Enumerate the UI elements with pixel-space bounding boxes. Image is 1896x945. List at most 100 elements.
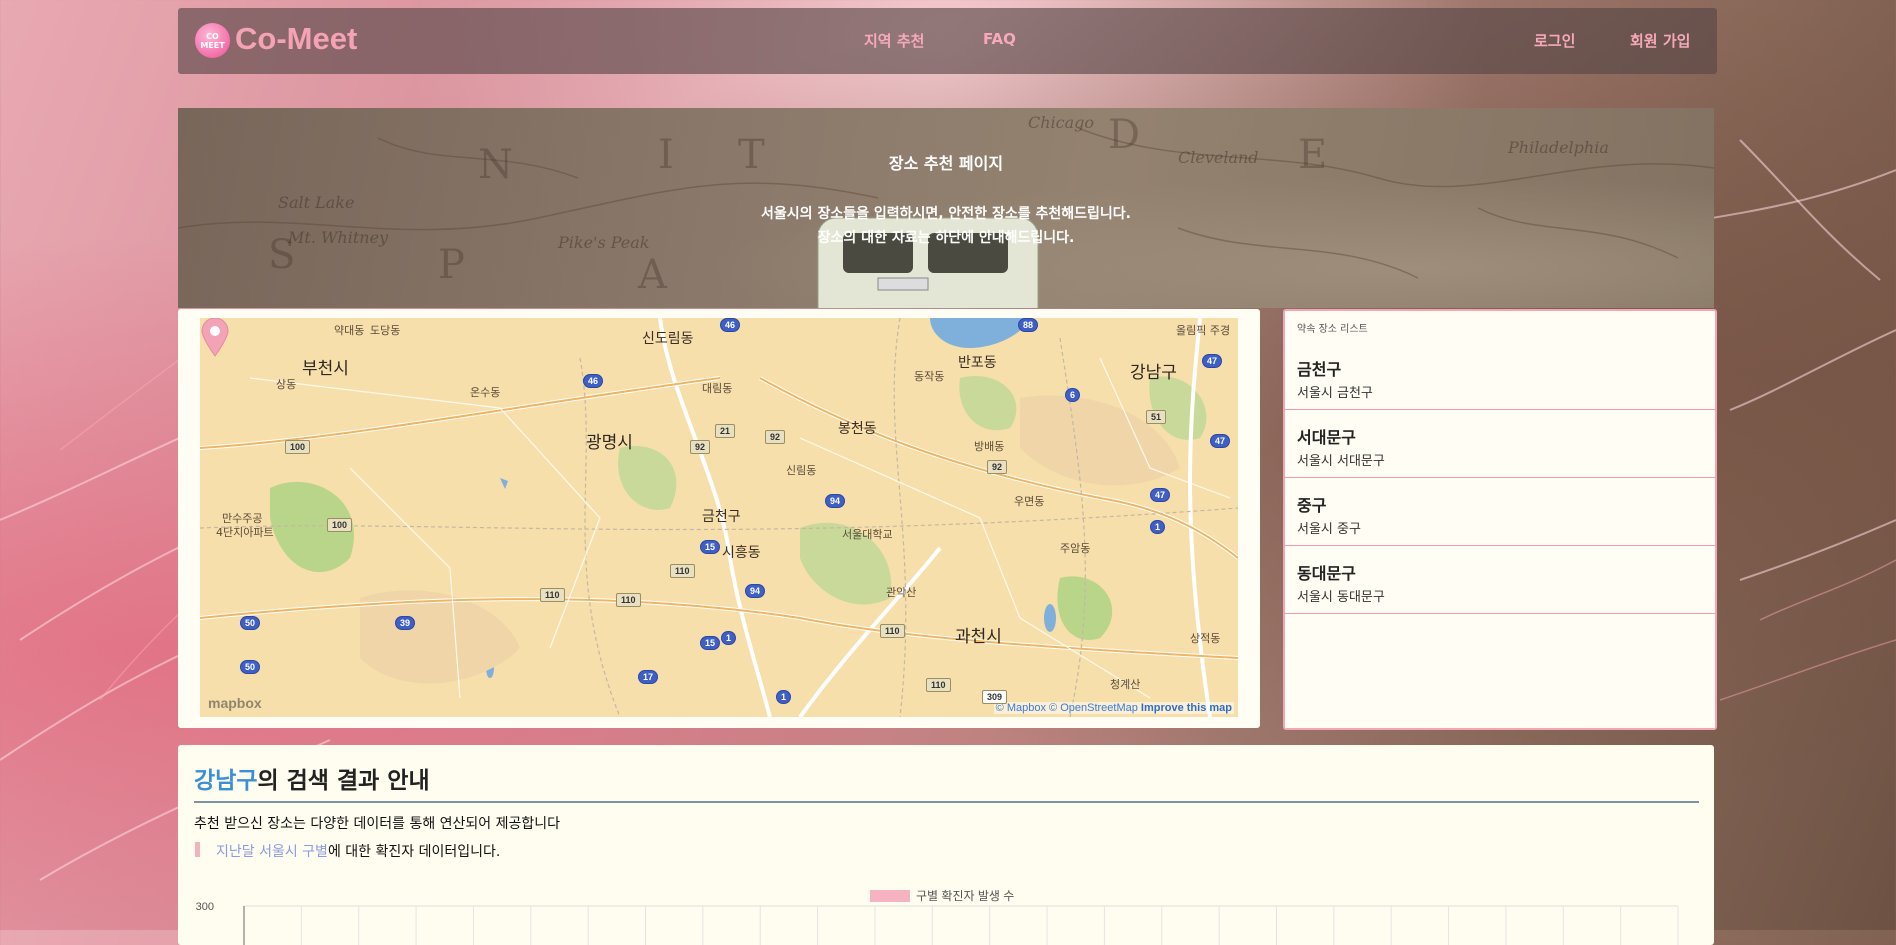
map-label-bucheon: 부천시 [302, 359, 349, 379]
route-shield-icon: 100 [285, 440, 311, 454]
hero-subtitle: 서울시의 장소들을 입력하시면, 안전한 장소를 추천해드립니다. 장소의 대한… [178, 202, 1714, 250]
map-label-dongjak: 동작동 [914, 370, 945, 383]
route-shield-icon: 1 [721, 631, 737, 645]
route-shield-icon: 15 [700, 540, 721, 554]
map-label-sillim: 신림동 [786, 464, 817, 477]
route-shield-icon: 39 [395, 616, 416, 630]
map-label-jugam: 주암동 [1060, 542, 1091, 555]
map-label-olympic: 올림픽 주경 [1176, 324, 1231, 337]
result-note: 지난달 서울시 구별에 대한 확진자 데이터입니다. [216, 841, 500, 861]
hero-subtitle-line-1: 서울시의 장소들을 입력하시면, 안전한 장소를 추천해드립니다. [761, 206, 1131, 222]
map-label-daerim: 대림동 [702, 382, 733, 395]
hero-title: 장소 추천 페이지 [888, 154, 1004, 173]
route-shield-icon: 46 [583, 374, 604, 388]
chart-area: 300 [196, 901, 1679, 945]
route-shield-icon: 1 [776, 690, 792, 704]
svg-text:Chicago: Chicago [1028, 113, 1094, 132]
place-address: 서울시 금천구 [1297, 386, 1373, 401]
map-label-umyeon: 우면동 [1014, 495, 1045, 508]
map-label-gwangmyeong: 광명시 [586, 433, 633, 453]
route-shield-icon: 6 [1065, 388, 1081, 402]
route-shield-icon: 92 [690, 440, 711, 454]
nav-link-region[interactable]: 지역 추천 [864, 30, 924, 51]
route-shield-icon: 17 [638, 670, 659, 684]
route-shield-icon: 15 [700, 636, 721, 650]
map-card: 부천시 광명시 봉천동 반포동 강남구 과천시 시흥동 금천구 신도림동 대림동… [178, 309, 1260, 728]
search-result-section: 강남구의 검색 결과 안내 추천 받으신 장소는 다양한 데이터를 통해 연산되… [178, 745, 1714, 945]
osm-attribution-link[interactable]: © OpenStreetMap [1049, 702, 1138, 714]
result-title-rest: 의 검색 결과 안내 [257, 768, 430, 794]
route-shield-icon: 50 [240, 616, 261, 630]
map-label-dodang: 도당동 [370, 324, 401, 337]
mapbox-logo[interactable]: mapbox [208, 695, 262, 711]
map-attribution: © Mapbox © OpenStreetMap Improve this ma… [993, 702, 1234, 714]
improve-map-link[interactable]: Improve this map [1141, 702, 1232, 714]
place-address: 서울시 서대문구 [1297, 454, 1385, 469]
route-shield-icon: 46 [720, 318, 741, 332]
map-canvas[interactable]: 부천시 광명시 봉천동 반포동 강남구 과천시 시흥동 금천구 신도림동 대림동… [200, 318, 1238, 717]
route-shield-icon: 50 [240, 660, 261, 674]
places-list-panel: 약속 장소 리스트 금천구 서울시 금천구 서대문구 서울시 서대문구 중구 서… [1283, 309, 1717, 730]
route-shield-icon: 1 [1150, 520, 1166, 534]
note-highlight: 지난달 서울시 구별 [216, 844, 328, 860]
route-shield-icon: 110 [926, 678, 951, 692]
route-shield-icon: 110 [616, 593, 641, 607]
hero-subtitle-line-2: 장소의 대한 자료는 하단에 안내해드립니다. [817, 230, 1075, 246]
location-pin-icon[interactable] [200, 318, 230, 358]
place-name: 서대문구 [1297, 428, 1356, 447]
map-label-snu: 서울대학교 [842, 528, 893, 541]
place-name: 금천구 [1297, 360, 1342, 379]
place-name: 동대문구 [1297, 564, 1356, 583]
place-item[interactable]: 서대문구 서울시 서대문구 [1285, 410, 1715, 478]
logo-text-bottom: MEET [200, 40, 225, 50]
route-shield-icon: 47 [1210, 434, 1231, 448]
map-label-sangdong: 상동 [276, 378, 297, 391]
map-label-gwacheon: 과천시 [955, 627, 1002, 647]
logo-text-top: CO [206, 31, 219, 41]
place-item[interactable]: 동대문구 서울시 동대문구 [1285, 546, 1715, 614]
note-rest: 에 대한 확진자 데이터입니다. [327, 844, 501, 860]
nav-link-signup[interactable]: 회원 가입 [1630, 30, 1690, 51]
nav-link-faq[interactable]: FAQ [983, 30, 1016, 48]
route-shield-icon: 88 [1018, 318, 1039, 332]
place-item[interactable]: 금천구 서울시 금천구 [1285, 342, 1715, 410]
place-item[interactable]: 중구 서울시 중구 [1285, 478, 1715, 546]
place-address: 서울시 중구 [1297, 522, 1361, 537]
map-label-onsu: 온수동 [470, 386, 501, 399]
brand-name[interactable]: Co-Meet [235, 21, 357, 57]
place-address: 서울시 동대문구 [1297, 590, 1385, 605]
map-label-geumcheon: 금천구 [702, 509, 741, 525]
route-shield-icon: 94 [745, 584, 766, 598]
place-name: 중구 [1297, 496, 1327, 515]
vertical-gridlines [300, 906, 1679, 945]
route-shield-icon: 47 [1150, 488, 1171, 502]
route-shield-icon: 92 [765, 430, 786, 444]
map-label-bangbae: 방배동 [974, 440, 1005, 453]
top-navbar: CO MEET Co-Meet 지역 추천 FAQ 로그인 회원 가입 [178, 8, 1717, 74]
map-label-gangnam: 강남구 [1130, 363, 1177, 383]
map-label-yakdae: 약대동 [334, 324, 365, 337]
route-shield-icon: 110 [540, 588, 565, 602]
result-divider [194, 801, 1699, 803]
nav-link-login[interactable]: 로그인 [1534, 30, 1575, 51]
map-label-banpo: 반포동 [958, 355, 997, 371]
route-shield-icon: 100 [327, 518, 353, 532]
result-district-highlight: 강남구 [194, 768, 258, 794]
map-label-gwanak: 관악산 [886, 586, 917, 599]
map-label-sindorim: 신도림동 [642, 331, 694, 347]
hero-banner: NIT SPA DE Salt Lake Pike's Peak Clevela… [178, 108, 1714, 308]
route-shield-icon: 110 [880, 624, 905, 638]
map-label-cheonggye: 청계산 [1110, 678, 1141, 691]
logo-icon[interactable]: CO MEET [195, 23, 230, 58]
result-title: 강남구의 검색 결과 안내 [194, 761, 430, 795]
route-shield-icon: 94 [825, 494, 846, 508]
map-label-sangjeok: 상적동 [1190, 632, 1221, 645]
route-shield-icon: 51 [1146, 410, 1167, 424]
route-shield-icon: 309 [982, 690, 1008, 704]
map-label-siheung: 시흥동 [722, 545, 761, 561]
route-shield-icon: 110 [670, 564, 695, 578]
note-accent-bar [195, 842, 200, 857]
result-description: 추천 받으신 장소는 다양한 데이터를 통해 연산되어 제공합니다 [194, 816, 561, 832]
places-list-heading: 약속 장소 리스트 [1297, 324, 1368, 335]
svg-text:A: A [637, 252, 668, 298]
